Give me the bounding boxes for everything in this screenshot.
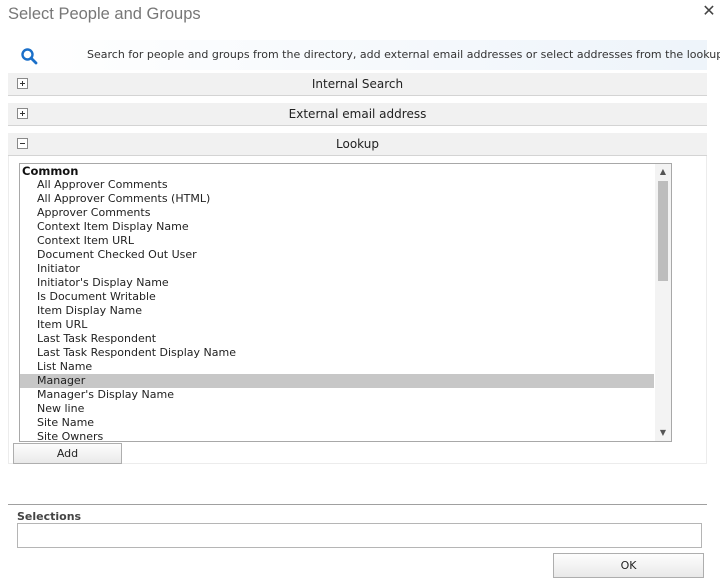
search-bar: Search for people and groups from the di… [8, 40, 720, 70]
scroll-up-icon[interactable]: ▲ [655, 164, 671, 180]
list-item[interactable]: Context Item Display Name [20, 220, 654, 234]
selections-field[interactable] [17, 523, 702, 548]
lookup-listbox[interactable]: Common All Approver Comments All Approver… [19, 163, 672, 442]
divider [8, 504, 707, 505]
list-item[interactable]: All Approver Comments [20, 178, 654, 192]
list-item[interactable]: Context Item URL [20, 234, 654, 248]
list-item[interactable]: Initiator's Display Name [20, 276, 654, 290]
add-button[interactable]: Add [13, 443, 122, 464]
list-item[interactable]: Site Owners [20, 430, 654, 441]
list-item[interactable]: Approver Comments [20, 206, 654, 220]
scroll-down-icon[interactable]: ▼ [655, 425, 671, 441]
list-item[interactable]: Last Task Respondent [20, 332, 654, 346]
list-item[interactable]: Document Checked Out User [20, 248, 654, 262]
scroll-thumb[interactable] [658, 181, 668, 281]
list-item[interactable]: Manager's Display Name [20, 388, 654, 402]
list-item[interactable]: Item URL [20, 318, 654, 332]
search-icon[interactable] [20, 47, 38, 65]
section-label: Internal Search [311, 77, 404, 91]
listbox-scrollbar[interactable]: ▲ ▼ [655, 164, 671, 441]
list-item[interactable]: Site Name [20, 416, 654, 430]
search-hint: Search for people and groups from the di… [87, 48, 720, 61]
list-item[interactable]: Manager [20, 374, 654, 388]
dialog-title: Select People and Groups [8, 5, 201, 23]
list-group-header: Common [22, 164, 79, 178]
section-label: Lookup [336, 137, 379, 151]
list-item[interactable]: List Name [20, 360, 654, 374]
section-lookup[interactable]: Lookup [8, 133, 707, 156]
list-item[interactable]: Item Display Name [20, 304, 654, 318]
list-item[interactable]: Is Document Writable [20, 290, 654, 304]
list-item[interactable]: All Approver Comments (HTML) [20, 192, 654, 206]
close-icon[interactable]: ✕ [700, 2, 718, 20]
selections-label: Selections [17, 510, 82, 523]
list-item[interactable]: Initiator [20, 262, 654, 276]
ok-button[interactable]: OK [553, 553, 704, 578]
list-item[interactable]: New line [20, 402, 654, 416]
section-label: External email address [288, 107, 427, 121]
list-item[interactable]: Last Task Respondent Display Name [20, 346, 654, 360]
section-internal-search[interactable]: Internal Search [8, 73, 707, 96]
section-external-email[interactable]: External email address [8, 103, 707, 126]
